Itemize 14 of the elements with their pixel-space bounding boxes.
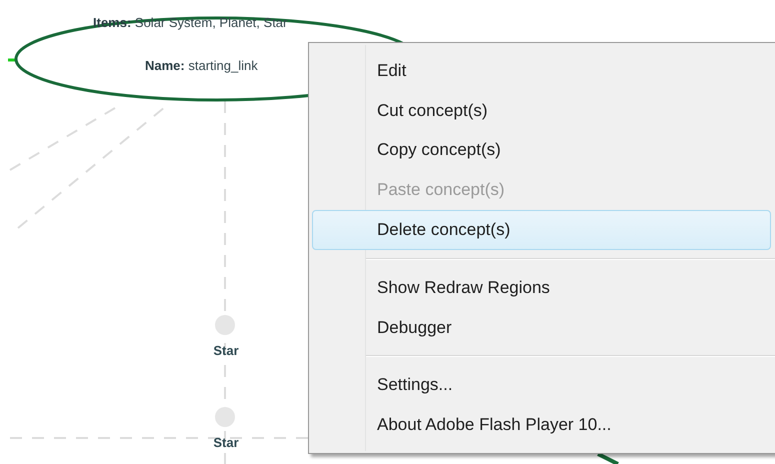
menu-item[interactable]: Show Redraw Regions <box>312 268 771 308</box>
menu-item[interactable]: Settings... <box>312 365 771 406</box>
menu-item[interactable]: Debugger <box>312 308 771 348</box>
node-label: Star <box>213 435 239 450</box>
menu-item[interactable]: Delete concept(s) <box>312 210 771 250</box>
node-dot[interactable] <box>215 315 235 335</box>
node-name-text: Name: starting_link <box>145 58 258 73</box>
menu-item[interactable]: Edit <box>312 51 771 91</box>
menu-item[interactable]: Copy concept(s) <box>312 130 771 170</box>
connector-line <box>597 452 619 464</box>
menu-item[interactable]: About Adobe Flash Player 10... <box>312 405 771 446</box>
menu-item[interactable]: Cut concept(s) <box>312 90 771 131</box>
node-label: Star <box>213 343 239 358</box>
node-dot[interactable] <box>215 407 235 427</box>
